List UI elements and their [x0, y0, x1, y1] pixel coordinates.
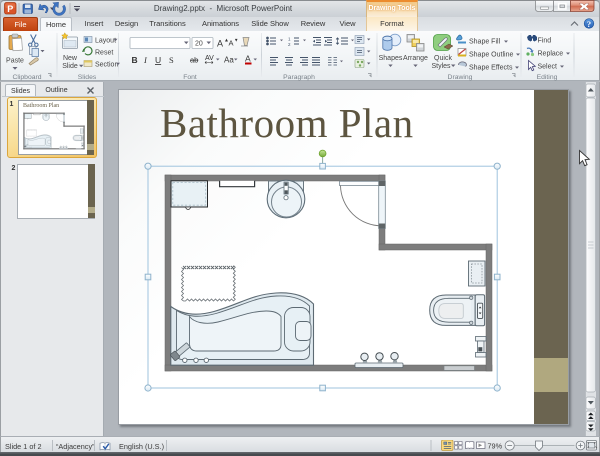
svg-text:New: New: [63, 55, 78, 62]
svg-text:Paragraph: Paragraph: [283, 74, 315, 81]
svg-text:Drawing: Drawing: [448, 74, 473, 81]
svg-text:Replace: Replace: [538, 51, 564, 58]
svg-text:1: 1: [288, 37, 291, 42]
svg-text:Slides: Slides: [78, 74, 97, 81]
svg-text:▼: ▼: [234, 38, 238, 43]
svg-text:A: A: [229, 39, 234, 48]
svg-text:Select: Select: [538, 64, 558, 71]
svg-text:Clipboard: Clipboard: [12, 74, 41, 81]
svg-text:Quick: Quick: [434, 55, 452, 62]
svg-text:Shape Fill: Shape Fill: [469, 39, 501, 46]
svg-text:20: 20: [195, 41, 203, 48]
svg-text:Slide: Slide: [62, 63, 78, 70]
svg-text:Styles: Styles: [431, 63, 451, 70]
svg-text:Reset: Reset: [95, 50, 113, 57]
svg-text:Paste: Paste: [6, 58, 24, 65]
svg-text:Section: Section: [95, 62, 118, 69]
svg-text:Shape Effects: Shape Effects: [469, 65, 513, 72]
svg-text:P: P: [7, 4, 13, 14]
svg-text:A: A: [217, 39, 223, 49]
svg-text:I: I: [143, 55, 148, 65]
svg-text:Shape Outline: Shape Outline: [469, 52, 513, 59]
svg-text:A: A: [245, 54, 251, 64]
svg-text:Editing: Editing: [537, 74, 558, 81]
svg-text:B: B: [132, 55, 138, 65]
svg-text:?: ?: [587, 19, 591, 29]
svg-text:Layout: Layout: [95, 38, 116, 45]
svg-text:Shapes: Shapes: [379, 55, 403, 62]
svg-text:U: U: [155, 55, 161, 65]
svg-text:2: 2: [288, 42, 291, 47]
svg-text:AV: AV: [205, 55, 214, 62]
svg-text:ab: ab: [190, 56, 198, 65]
svg-text:Find: Find: [538, 38, 552, 45]
svg-text:S: S: [169, 55, 174, 65]
svg-text:Font: Font: [183, 74, 197, 81]
svg-text:Aa: Aa: [224, 56, 234, 65]
svg-text:79%: 79%: [488, 441, 503, 450]
svg-text:Arrange: Arrange: [403, 55, 428, 62]
